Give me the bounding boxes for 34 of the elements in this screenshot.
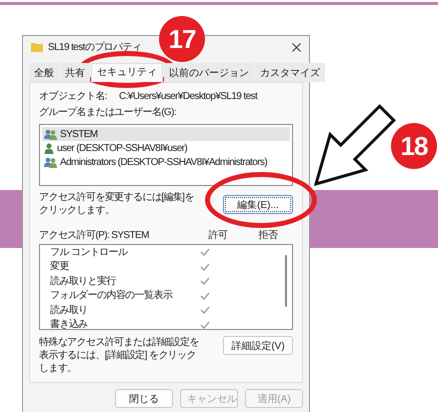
step-badge: 18	[391, 123, 437, 169]
column-header: 拒否	[258, 229, 279, 242]
principal-item[interactable]: user (DESKTOP-SSHAV8I¥user)	[42, 141, 290, 155]
advanced-button[interactable]: 詳細設定(V)	[223, 336, 293, 355]
permission-name: 読み取りと実行	[50, 274, 118, 288]
object-name-value: C:¥Users¥user¥Desktop¥SL19 test	[118, 90, 258, 103]
tab[interactable]: 共有	[60, 63, 90, 82]
permission-name: フォルダーの内容の一覧表示	[50, 289, 174, 302]
change-hint: アクセス許可を変更するには[編集]をクリックします。	[39, 191, 195, 217]
permission-name: フル コントロール	[50, 246, 129, 259]
step-badge: 17	[159, 16, 205, 62]
user-icon	[44, 142, 54, 154]
tab[interactable]: 以前のバージョン	[164, 63, 254, 82]
dialog-button[interactable]: 閉じる	[115, 389, 173, 408]
column-header: 許可	[208, 229, 229, 242]
user-group-icon	[44, 128, 57, 140]
principal-item[interactable]: SYSTEM	[42, 127, 290, 141]
tab[interactable]: 全般	[29, 63, 59, 82]
permission-name: 読み取り	[50, 304, 89, 317]
permission-name: 変更	[50, 260, 70, 274]
group-label: グループ名またはユーザー名(G):	[39, 106, 178, 119]
advanced-hint: 特殊なアクセス許可または詳細設定を表示するには、[詳細設定] をクリックします。	[39, 336, 199, 375]
tab[interactable]: セキュリティ	[91, 63, 163, 82]
permissions-label: アクセス許可(P): SYSTEM	[39, 229, 150, 242]
object-name-label: オブジェクト名:	[39, 90, 107, 103]
window-title: SL19 testのプロパティ	[48, 40, 142, 54]
folder-icon	[31, 42, 43, 52]
edit-button[interactable]: 編集(E)...	[223, 194, 293, 214]
close-icon[interactable]	[292, 42, 301, 52]
tab[interactable]: カスタマイズ	[255, 63, 325, 82]
user-group-icon	[44, 156, 57, 168]
principal-item[interactable]: Administrators (DESKTOP-SSHAV8I¥Administrators)	[42, 155, 290, 169]
scrollbar-thumb[interactable]	[285, 255, 287, 307]
permission-name: 書き込み	[50, 318, 89, 329]
